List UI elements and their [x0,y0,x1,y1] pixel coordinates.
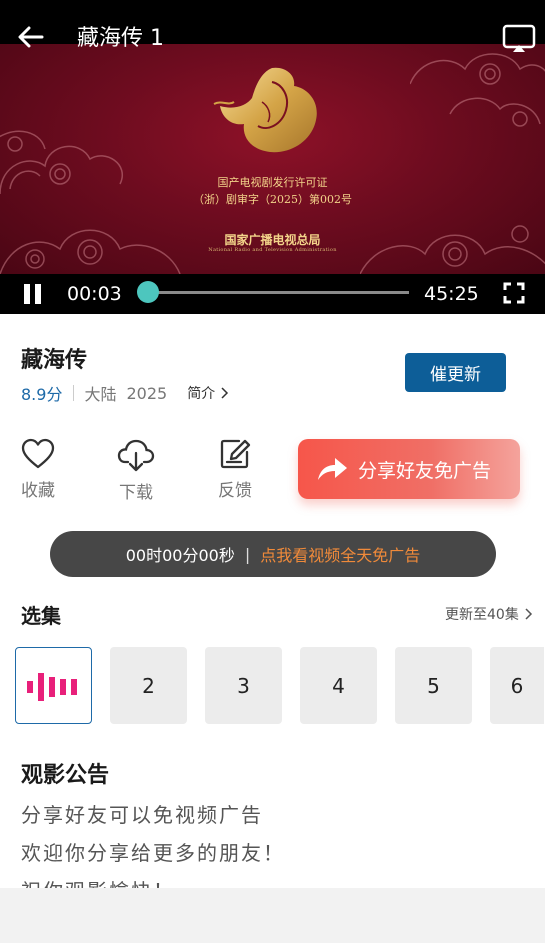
share-no-ads-button[interactable]: 分享好友免广告 [298,439,520,499]
cloud-decoration-right [410,53,545,127]
license-authority-en: National Radio and Television Administra… [208,247,337,253]
cast-icon [502,24,536,52]
feedback-button[interactable]: 反馈 [205,438,265,501]
seek-thumb[interactable] [137,281,160,303]
intro-link[interactable]: 简介 [187,383,229,403]
favorite-button[interactable]: 收藏 [8,438,68,501]
download-label: 下载 [119,483,153,503]
episode-item[interactable]: 2 [110,647,187,724]
episode-item[interactable]: 3 [205,647,282,724]
license-line-1: 国产电视剧发行许可证 [217,176,328,189]
notice-line: 欢迎你分享给更多的朋友！ [21,841,285,865]
ad-free-countdown: 00时00分00秒 [125,546,235,565]
intro-label: 简介 [187,386,216,402]
video-frame[interactable]: 国产电视剧发行许可证 （浙）剧审字（2025）第002号 国家广播电视总局 Na… [0,44,545,274]
episodes-updated-link[interactable]: 更新至40集 [445,604,533,624]
video-player[interactable]: 藏海传 1 国产电视剧发行许可证 （浙）剧审字（2025）第002号 国家广播电… [0,0,545,314]
rating: 8.9分 [21,385,63,404]
pause-button[interactable] [22,282,44,306]
chevron-right-icon [221,387,229,399]
feedback-label: 反馈 [218,481,252,501]
video-title: 藏海传 1 [77,26,164,51]
player-top-bar: 藏海传 1 [0,0,545,52]
heart-icon [21,438,55,469]
meta-divider [73,385,75,401]
watch-video-ad-link[interactable]: 点我看视频全天免广告 [260,542,420,566]
playing-bars-icon [26,672,77,701]
episode-1-playing[interactable] [15,647,92,724]
episodes-updated-label: 更新至40集 [445,607,519,623]
seek-bar[interactable] [146,291,409,294]
notice-line: 祝你观影愉快！ [21,872,531,888]
cloud-download-icon [117,439,155,472]
episodes-title: 选集 [21,604,61,628]
ad-free-timer[interactable]: 00时00分00秒 | 点我看视频全天免广告 [50,531,496,577]
license-line-2: （浙）剧审字（2025）第002号 [193,193,352,206]
episode-list: 2 3 4 5 6 [15,647,544,725]
back-button[interactable] [16,22,46,52]
player-controls: 00:03 45:25 [0,274,545,314]
show-meta: 8.9分 大陆 2025 简介 [21,382,229,404]
total-time: 45:25 [424,283,479,305]
region: 大陆 [84,385,117,404]
notice-body: 分享好友可以免视频广告 欢迎你分享给更多的朋友！ 祝你观影愉快！ [21,796,531,888]
episode-item[interactable]: 4 [300,647,377,724]
notice-line: 分享好友可以免视频广告 [21,803,263,827]
pause-bar-right [35,284,41,304]
share-label: 分享好友免广告 [358,459,492,482]
edit-icon [220,439,251,469]
bottom-panel [0,888,545,943]
back-arrow-icon [18,26,44,48]
license-authority: 国家广播电视总局 [224,233,321,247]
ad-separator: | [244,544,251,564]
year: 2025 [126,383,168,403]
notice-title: 观影公告 [21,763,110,788]
fullscreen-button[interactable] [502,281,526,305]
share-arrow-icon [318,458,347,480]
episode-item[interactable]: 5 [395,647,472,724]
fullscreen-icon [503,282,525,304]
download-button[interactable]: 下载 [106,438,166,503]
episode-item[interactable]: 6 [490,647,544,724]
remind-update-button[interactable]: 催更新 [405,353,506,392]
chevron-right-icon [525,608,532,620]
gold-phoenix-emblem [213,67,317,153]
cast-button[interactable] [501,22,537,56]
current-time: 00:03 [67,283,122,305]
pause-bar-left [24,284,30,304]
show-title: 藏海传 [21,348,88,373]
favorite-label: 收藏 [21,481,55,501]
